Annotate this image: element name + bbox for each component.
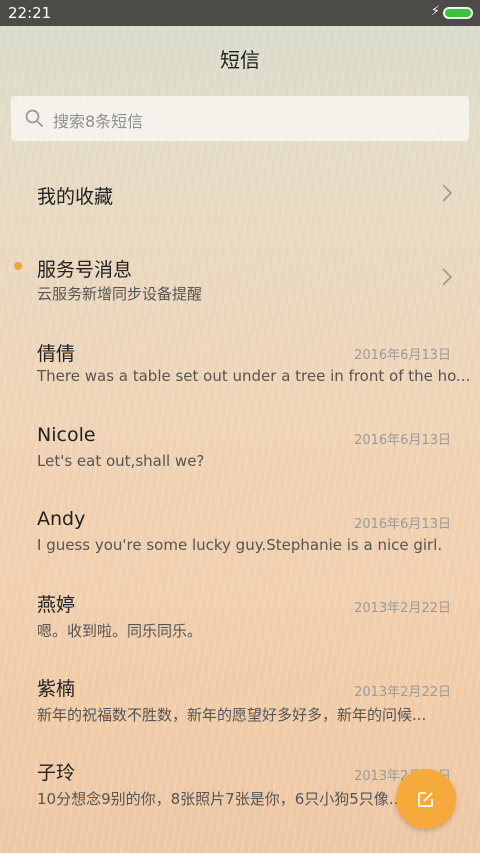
search-icon <box>25 109 43 131</box>
message-snippet: 嗯。收到啦。同乐同乐。 <box>37 622 203 640</box>
message-date: 2016年6月13日 <box>354 433 451 448</box>
battery-icon <box>443 7 473 19</box>
search-placeholder: 搜索8条短信 <box>53 112 144 131</box>
service-messages-entry[interactable]: 服务号消息 云服务新增同步设备提醒 <box>0 250 480 310</box>
compose-icon <box>418 792 433 807</box>
message-snippet: Let's eat out,shall we? <box>37 452 205 470</box>
chevron-right-icon <box>442 184 453 206</box>
contact-name: 倩倩 <box>37 343 76 365</box>
service-messages-subtitle: 云服务新增同步设备提醒 <box>37 285 203 303</box>
service-messages-label: 服务号消息 <box>37 259 133 281</box>
bolt-icon: ⚡ <box>430 4 440 19</box>
status-time: 22:21 <box>8 4 52 22</box>
status-bar: 22:21 ⚡ <box>0 0 480 26</box>
message-snippet: There was a table set out under a tree i… <box>37 367 471 385</box>
contact-name: Andy <box>37 508 86 530</box>
message-date: 2016年6月13日 <box>354 517 451 532</box>
contact-name: 紫楠 <box>37 678 76 700</box>
conversation-row[interactable]: Andy 2016年6月13日 I guess you're some luck… <box>0 504 480 564</box>
compose-button[interactable] <box>396 769 456 829</box>
message-date: 2013年2月22日 <box>354 601 451 616</box>
message-date: 2016年6月13日 <box>354 348 451 363</box>
search-bar[interactable]: 搜索8条短信 <box>11 96 469 141</box>
contact-name: 子玲 <box>37 762 76 784</box>
conversation-row[interactable]: 燕婷 2013年2月22日 嗯。收到啦。同乐同乐。 <box>0 588 480 648</box>
favorites-label: 我的收藏 <box>37 186 114 208</box>
contact-name: Nicole <box>37 424 96 446</box>
conversation-row[interactable]: Nicole 2016年6月13日 Let's eat out,shall we… <box>0 420 480 480</box>
page-title: 短信 <box>220 48 260 72</box>
favorites-entry[interactable]: 我的收藏 <box>0 170 480 220</box>
message-date: 2013年2月22日 <box>354 685 451 700</box>
message-snippet: 10分想念9别的你，8张照片7张是你，6只小狗5只像... <box>37 790 404 808</box>
conversation-row[interactable]: 紫楠 2013年2月22日 新年的祝福数不胜数，新年的愿望好多好多，新年的问候.… <box>0 672 480 732</box>
unread-dot <box>14 262 22 270</box>
message-snippet: I guess you're some lucky guy.Stephanie … <box>37 536 443 554</box>
contact-name: 燕婷 <box>37 594 76 616</box>
chevron-right-icon <box>442 268 453 290</box>
message-snippet: 新年的祝福数不胜数，新年的愿望好多好多，新年的问候... <box>37 706 427 724</box>
conversation-row[interactable]: 倩倩 2016年6月13日 There was a table set out … <box>0 335 480 395</box>
